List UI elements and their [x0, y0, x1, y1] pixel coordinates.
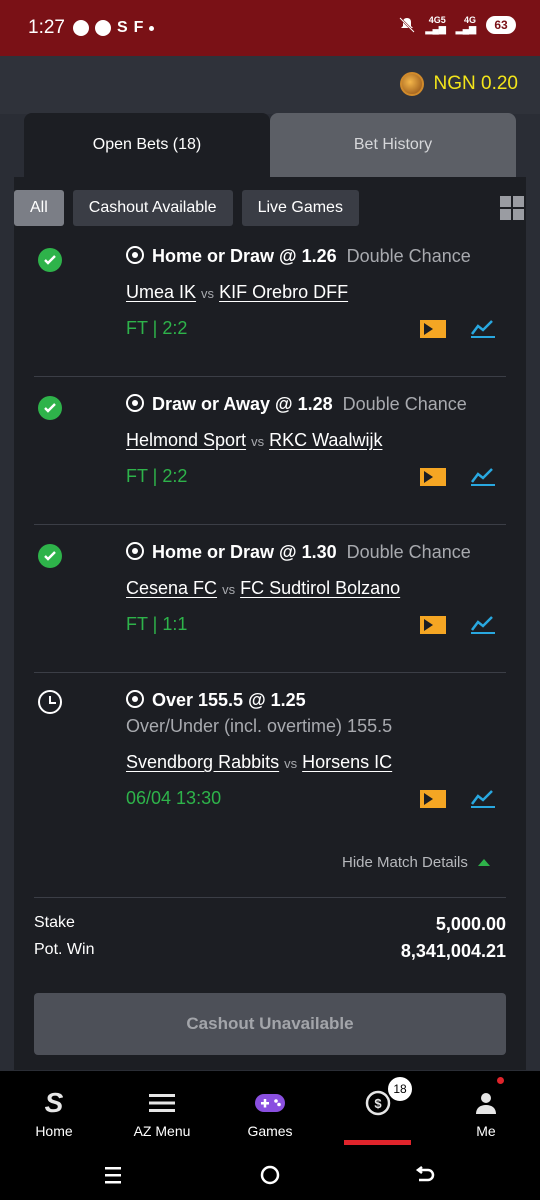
- hide-match-details-button[interactable]: Hide Match Details: [342, 854, 490, 871]
- signal-2-icon: 4G ▂▄▆: [455, 15, 476, 34]
- app-header: NGN 0.20: [0, 56, 540, 114]
- market-name: Double Chance: [346, 246, 471, 266]
- selection-line: Home or Draw @ 1.30 Double Chance: [126, 542, 471, 563]
- potwin-label: Pot. Win: [34, 941, 95, 958]
- sportybet-logo-icon: S: [44, 1087, 64, 1118]
- back-icon[interactable]: [414, 1164, 436, 1186]
- divider: [34, 897, 506, 898]
- won-check-icon: [38, 396, 62, 420]
- home-circle-icon[interactable]: [259, 1164, 281, 1186]
- signal-1-icon: 4G5 ▂▄▆: [425, 15, 446, 34]
- nav-games[interactable]: Games: [225, 1089, 315, 1139]
- filter-bar: All Cashout Available Live Games: [14, 190, 359, 226]
- open-bets-badge: 18: [386, 1075, 414, 1103]
- recent-apps-icon[interactable]: [102, 1164, 124, 1186]
- sportybet-notification-icon: S: [116, 19, 128, 36]
- selection-line: Draw or Away @ 1.28 Double Chance: [126, 394, 467, 415]
- battery-icon: 63: [486, 16, 516, 34]
- menu-icon: [117, 1089, 207, 1117]
- content-panel: [14, 177, 526, 1070]
- more-notifications-icon: [149, 25, 155, 31]
- cashout-button[interactable]: Cashout Unavailable: [34, 993, 506, 1055]
- coin-icon: [399, 72, 424, 96]
- status-time: 1:27: [28, 17, 65, 38]
- selection-line: Home or Draw @ 1.26 Double Chance: [126, 246, 471, 267]
- stats-chart-icon[interactable]: [470, 466, 496, 486]
- filter-cashout-available[interactable]: Cashout Available: [72, 190, 233, 226]
- won-check-icon: [38, 248, 62, 272]
- selection-pick: Draw or Away @ 1.28: [152, 394, 333, 414]
- market-name: Double Chance: [342, 394, 467, 414]
- football-icon: [126, 246, 144, 264]
- match-result: FT | 1:1: [126, 614, 188, 634]
- football-icon: [126, 394, 144, 412]
- whatsapp-icon: [72, 20, 89, 36]
- ticket-icon[interactable]: [420, 320, 446, 338]
- selection-pick: Home or Draw @ 1.26: [152, 246, 337, 266]
- mute-icon: [398, 17, 415, 33]
- divider: [34, 524, 506, 525]
- potwin-row: Pot. Win 8,341,004.21: [34, 941, 506, 962]
- football-icon: [126, 542, 144, 560]
- gamepad-icon: [225, 1089, 315, 1117]
- filter-live-games[interactable]: Live Games: [241, 190, 359, 226]
- fb-notification-icon: F: [133, 19, 144, 36]
- balance-display[interactable]: NGN 0.20: [399, 72, 518, 96]
- caret-up-icon: [477, 859, 490, 866]
- ticket-icon[interactable]: [420, 468, 446, 486]
- stats-chart-icon[interactable]: [470, 614, 496, 634]
- svg-text:$: $: [374, 1096, 382, 1111]
- stake-row: Stake 5,000.00: [34, 914, 506, 935]
- match-line[interactable]: Svendborg Rabbits vs Horsens IC: [126, 752, 392, 773]
- match-line[interactable]: Cesena FC vs FC Sudtirol Bolzano: [126, 578, 400, 599]
- selection-pick: Over 155.5 @ 1.25: [152, 690, 306, 710]
- potwin-value: 8,341,004.21: [400, 941, 506, 961]
- stats-chart-icon[interactable]: [470, 788, 496, 808]
- selection-pick: Home or Draw @ 1.30: [152, 542, 337, 562]
- tab-bet-history[interactable]: Bet History: [270, 113, 516, 177]
- won-check-icon: [38, 544, 62, 568]
- match-result: FT | 2:2: [126, 466, 188, 486]
- divider: [34, 672, 506, 673]
- stake-value: 5,000.00: [435, 914, 506, 934]
- balance-amount: NGN 0.20: [433, 73, 518, 94]
- ticket-icon[interactable]: [420, 790, 446, 808]
- match-result: FT | 2:2: [126, 318, 188, 338]
- system-nav-bar: [0, 1153, 540, 1200]
- grid-view-icon[interactable]: [500, 196, 524, 220]
- app-notification-icon: [94, 20, 111, 36]
- ticket-icon[interactable]: [420, 616, 446, 634]
- selection-line: Over 155.5 @ 1.25: [126, 690, 306, 711]
- bet-tabs: Open Bets (18) Bet History: [24, 113, 516, 177]
- user-icon: [441, 1089, 531, 1117]
- market-name: Double Chance: [346, 542, 471, 562]
- tab-open-bets[interactable]: Open Bets (18): [24, 113, 270, 177]
- match-line[interactable]: Umea IK vs KIF Orebro DFF: [126, 282, 348, 303]
- nav-me[interactable]: Me: [441, 1089, 531, 1139]
- clock-icon: [38, 690, 62, 714]
- match-line[interactable]: Helmond Sport vs RKC Waalwijk: [126, 430, 382, 451]
- basketball-icon: [126, 690, 144, 708]
- active-tab-indicator: [344, 1140, 411, 1145]
- filter-all[interactable]: All: [14, 190, 64, 226]
- divider: [34, 376, 506, 377]
- nav-az-menu[interactable]: AZ Menu: [117, 1089, 207, 1139]
- stake-label: Stake: [34, 914, 75, 931]
- match-kickoff: 06/04 13:30: [126, 788, 222, 808]
- notification-dot: [497, 1077, 504, 1084]
- stats-chart-icon[interactable]: [470, 318, 496, 338]
- market-name: Over/Under (incl. overtime) 155.5: [126, 716, 393, 736]
- bottom-nav: S Home AZ Menu Games $ 18 Me: [0, 1071, 540, 1153]
- status-bar: 1:27 S F 4G5 ▂▄▆ 4G ▂▄▆ 63: [0, 0, 540, 56]
- nav-home[interactable]: S Home: [9, 1087, 99, 1139]
